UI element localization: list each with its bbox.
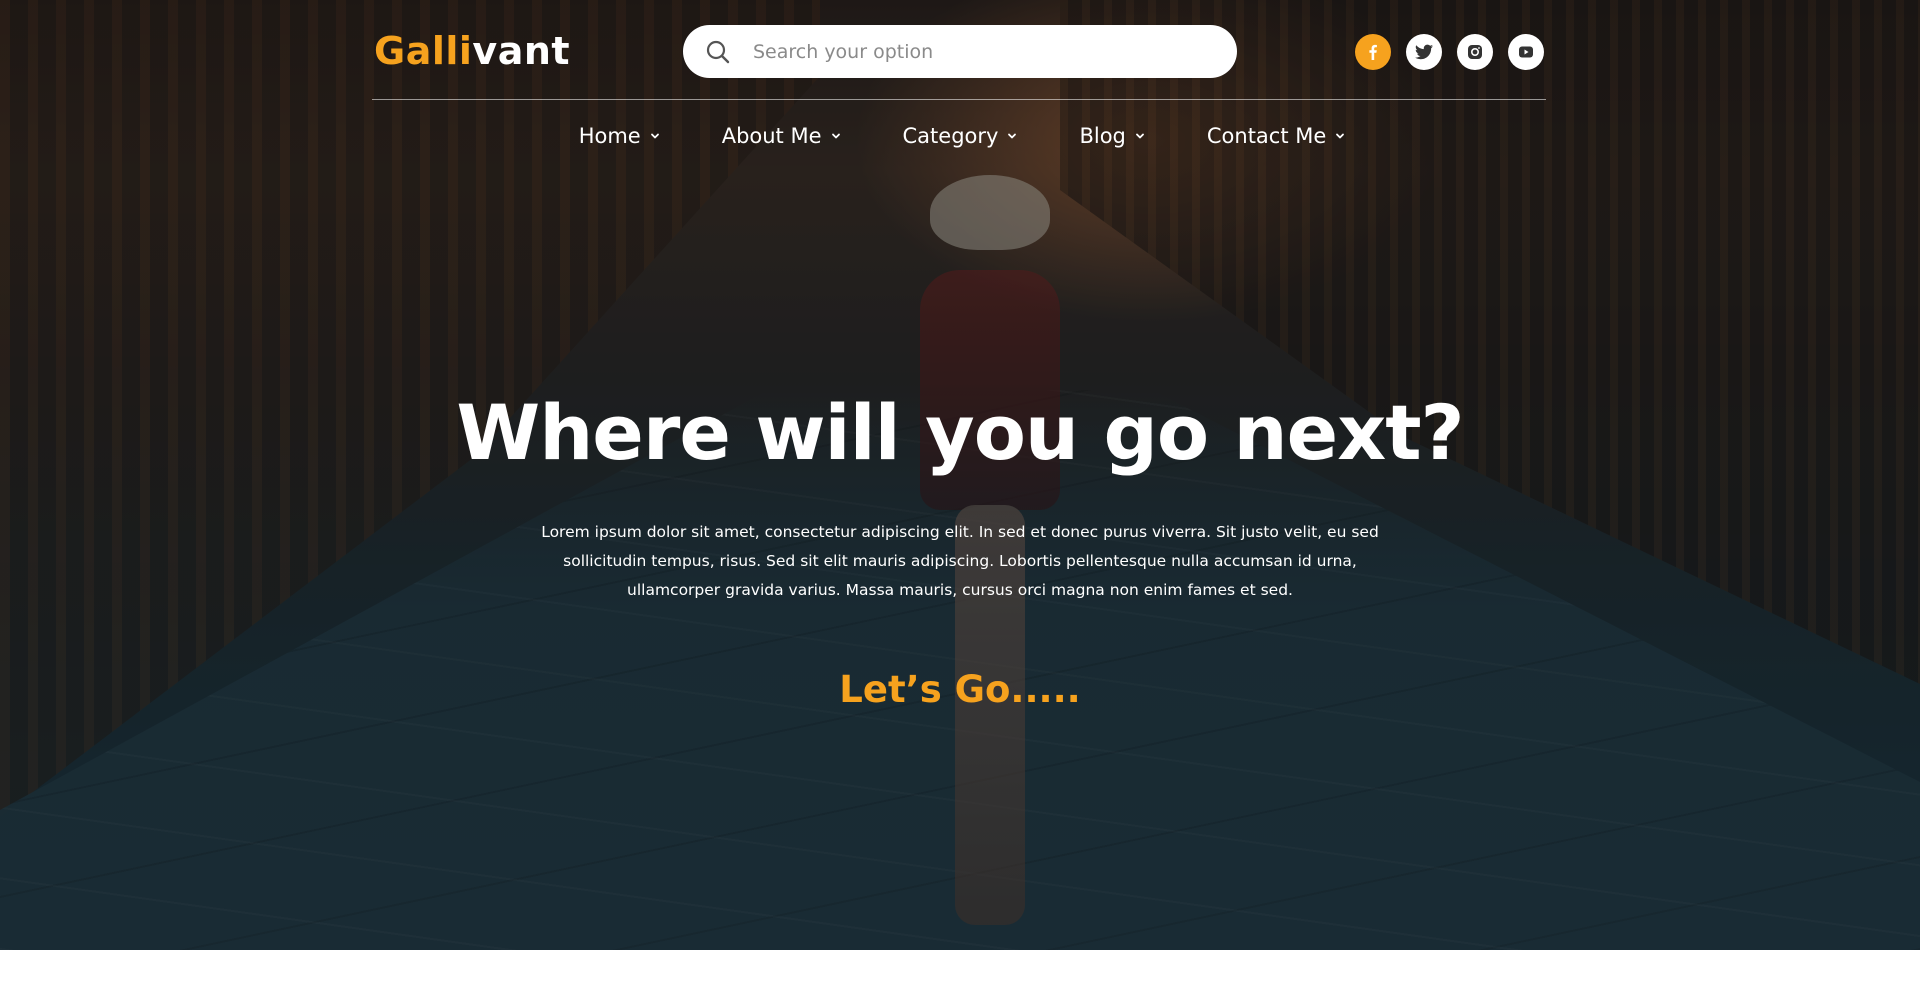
- nav-item-home[interactable]: Home: [579, 120, 660, 152]
- youtube-icon[interactable]: [1508, 34, 1544, 70]
- header-divider: [372, 99, 1546, 100]
- nav-item-about-me[interactable]: About Me: [722, 120, 841, 152]
- search-input[interactable]: [751, 39, 1211, 64]
- nav-item-label: Category: [902, 124, 999, 148]
- chevron-down-icon: [1135, 133, 1144, 139]
- chevron-down-icon: [831, 133, 840, 139]
- nav-item-blog[interactable]: Blog: [1079, 120, 1144, 152]
- search-icon[interactable]: [705, 39, 731, 65]
- site-logo[interactable]: Gallivant: [374, 28, 570, 74]
- nav-item-label: Home: [578, 124, 641, 148]
- facebook-icon[interactable]: [1355, 34, 1391, 70]
- hero-description: Lorem ipsum dolor sit amet, consectetur …: [541, 523, 1379, 599]
- social-links: [1355, 34, 1544, 70]
- cta-label: Let’s Go.....: [839, 668, 1081, 711]
- instagram-icon[interactable]: [1457, 34, 1493, 70]
- nav-item-label: Blog: [1079, 124, 1126, 148]
- hero-headline: Where will you go next?: [456, 388, 1464, 477]
- lets-go-button[interactable]: Let’s Go.....: [0, 665, 1920, 715]
- nav-item-contact-me[interactable]: Contact Me: [1207, 120, 1345, 152]
- logo-main-text: vant: [472, 29, 571, 73]
- logo-accent-text: Galli: [374, 29, 473, 73]
- nav-item-category[interactable]: Category: [903, 120, 1018, 152]
- chevron-down-icon: [1008, 133, 1017, 139]
- search-bar[interactable]: [683, 25, 1237, 78]
- chevron-down-icon: [1336, 133, 1345, 139]
- hero-section: Gallivant Search your option Home About …: [0, 0, 1920, 950]
- chevron-down-icon: [650, 133, 659, 139]
- twitter-icon[interactable]: [1406, 34, 1442, 70]
- main-navigation: Home About Me Category Blog Contact Me: [0, 120, 1920, 152]
- nav-item-label: Contact Me: [1206, 124, 1327, 148]
- nav-item-label: About Me: [721, 124, 822, 148]
